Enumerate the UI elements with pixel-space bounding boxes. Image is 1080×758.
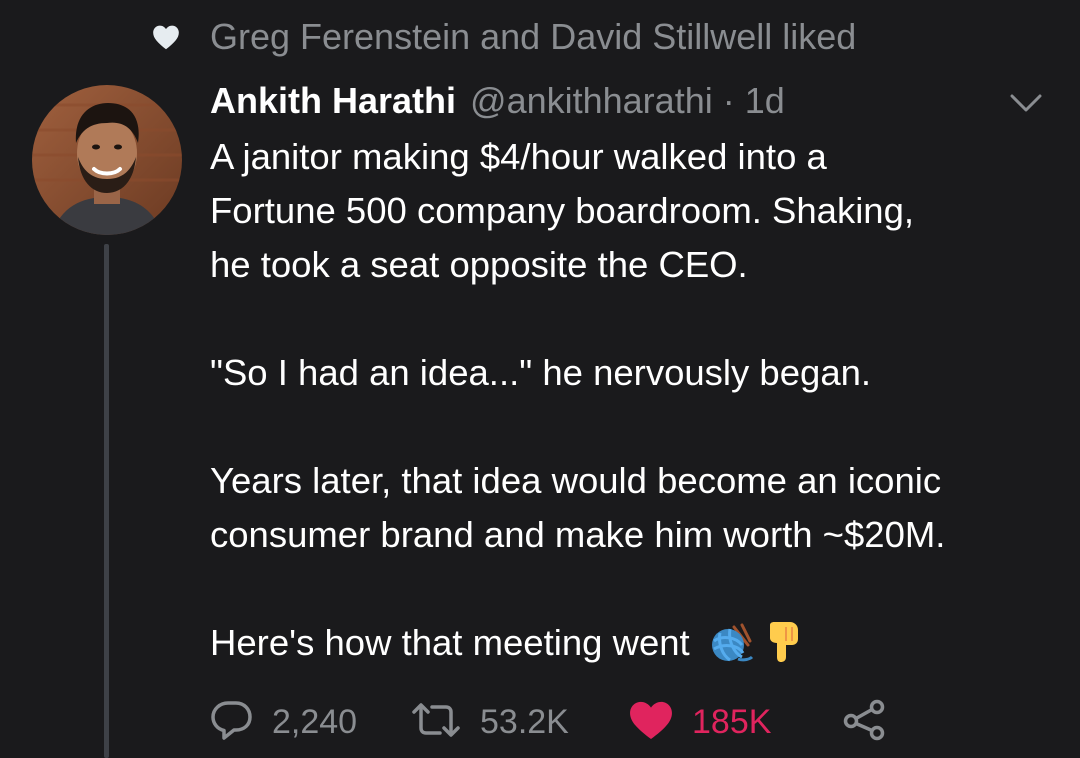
reply-count: 2,240 [272,702,358,741]
like-button[interactable]: 185K [628,700,842,745]
tweet-actions: 2,240 53.2K 185K [210,694,888,750]
like-count: 185K [692,702,772,741]
tweet-header: Ankith Harathi @ankithharathi · 1d [210,80,785,126]
reply-button[interactable]: 2,240 [210,700,410,745]
tweet-line: Here's how that meeting went [210,622,690,663]
tweet-paragraph: "So I had an idea..." he nervously began… [210,346,1060,400]
heart-icon [628,700,674,745]
share-icon [842,699,888,746]
tweet-line: consumer brand and make him worth ~$20M. [210,514,946,555]
retweet-icon [410,700,462,745]
chevron-down-icon[interactable] [1006,88,1046,118]
thread-line [104,244,109,758]
tweet-paragraph: Here's how that meeting went [210,616,1060,678]
tweet-time[interactable]: 1d [745,80,785,122]
header-separator: · [722,80,735,121]
tweet-text: A janitor making $4/hour walked into a F… [210,130,1060,678]
tweet-line: Fortune 500 company boardroom. Shaking, [210,190,915,231]
avatar[interactable] [32,85,182,235]
tweet-paragraph: Years later, that idea would become an i… [210,454,1060,562]
heart-icon [150,21,182,53]
retweet-count: 53.2K [480,702,569,741]
social-context[interactable]: Greg Ferenstein and David Stillwell like… [150,14,856,60]
author-name[interactable]: Ankith Harathi [210,80,456,122]
social-context-text: Greg Ferenstein and David Stillwell like… [210,16,857,57]
author-handle[interactable]: @ankithharathi [470,80,713,122]
reply-icon [210,700,254,745]
yarn-ball-emoji [708,623,754,678]
tweet-line: A janitor making $4/hour walked into a [210,136,827,177]
pointing-down-emoji [766,621,800,678]
share-button[interactable] [842,699,888,746]
tweet-line: he took a seat opposite the CEO. [210,244,748,285]
tweet-paragraph: A janitor making $4/hour walked into a F… [210,130,1060,292]
tweet-line: "So I had an idea..." he nervously began… [210,352,872,393]
retweet-button[interactable]: 53.2K [410,700,628,745]
tweet-line: Years later, that idea would become an i… [210,460,942,501]
